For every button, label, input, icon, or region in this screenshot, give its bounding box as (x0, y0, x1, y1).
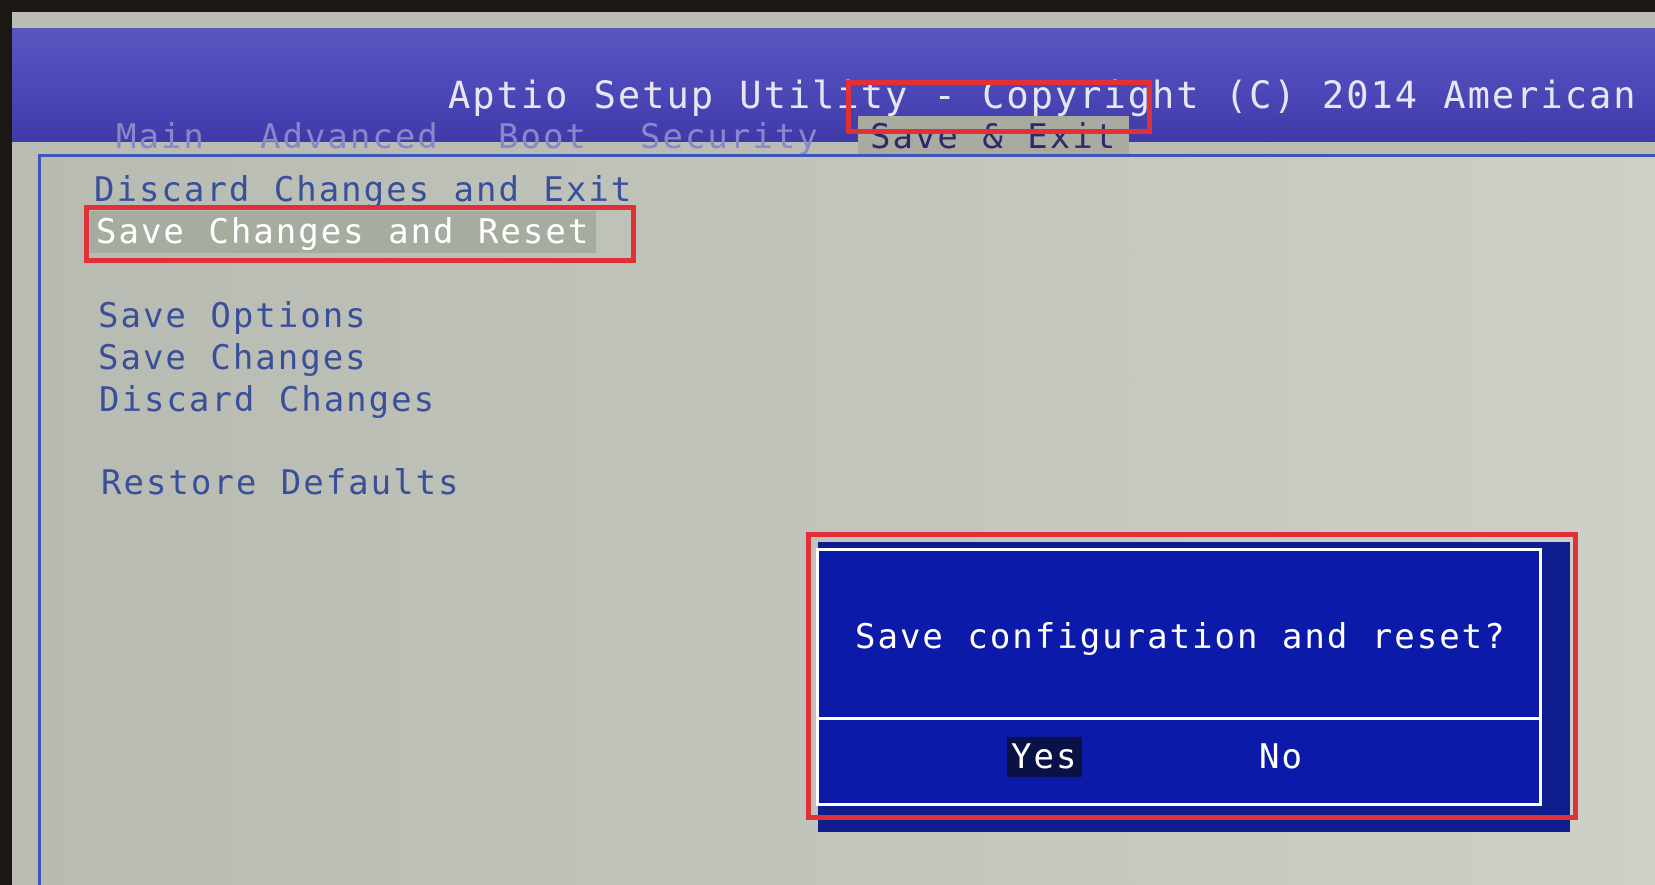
tab-security[interactable]: Security (640, 116, 820, 158)
menu-item-restore-defaults[interactable]: Restore Defaults (101, 462, 461, 504)
highlight-box-save-exit-tab (846, 80, 1152, 134)
bios-screen: Aptio Setup Utility - Copyright (C) 2014… (12, 12, 1655, 885)
header-bar: Aptio Setup Utility - Copyright (C) 2014… (12, 28, 1655, 158)
menu-item-save-options: Save Options (98, 296, 368, 336)
tab-bar: Main Advanced Boot Security Save & Exit (12, 116, 1655, 158)
highlight-box-dialog (806, 532, 1578, 820)
menu-item-discard-changes[interactable]: Discard Changes (99, 379, 436, 421)
tab-main[interactable]: Main (116, 116, 206, 158)
menu-item-save-changes[interactable]: Save Changes (98, 337, 368, 379)
tab-advanced[interactable]: Advanced (260, 116, 440, 158)
highlight-box-save-changes-and-reset (84, 205, 636, 263)
tab-boot[interactable]: Boot (498, 116, 588, 158)
